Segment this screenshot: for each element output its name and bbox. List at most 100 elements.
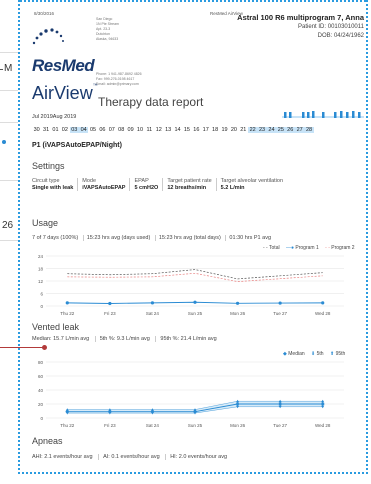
day-cell[interactable]: 28 [304,127,314,133]
settings-table: Circuit type Single with leak Mode iVAPS… [32,178,287,191]
y-tick-label: 0 [40,304,43,309]
day-cell[interactable]: 17 [201,127,210,133]
day-cell[interactable]: 02 [60,127,69,133]
apnea-stats: AHI: 2.1 events/hour avg AI: 0.1 events/… [32,454,232,460]
x-tick-label: Thu 22 [60,311,75,316]
day-cell[interactable]: 20 [229,127,238,133]
contact-line: Email: admin@primary.com [96,82,139,86]
side-dot [2,140,6,144]
report-title: Therapy data report [98,95,204,109]
apnea-stat: AHI: 2.1 events/hour avg [32,454,93,460]
month-range: Jul 2019Aug 2019 [32,114,77,120]
legend-total: - - Total [263,245,280,251]
series-line-total [67,269,323,280]
leak-stat: 5th %: 9.3 L/min avg [94,336,154,342]
day-cell[interactable]: 11 [145,127,154,133]
usage-stat: 01:30 hrs P1 avg [225,235,275,241]
setting-label: Mode [82,178,97,184]
day-cell[interactable]: 07 [107,127,116,133]
legend-program-1: —● Program 1 [285,245,319,251]
airview-text: AirView [32,83,93,103]
apnea-stat: HI: 2.0 events/hour avg [165,454,232,460]
y-tick-label: 20 [38,402,44,407]
data-point [278,301,282,305]
series-line-program-2 [67,272,323,282]
resmed-logo-icon [32,28,64,45]
y-tick-label: 60 [38,374,44,379]
x-tick-label: Fri 23 [104,423,116,428]
day-strip: 30 31 01 02 03 04 05 06 07 08 09 10 11 12 13 14 15 16 17 18… [32,127,314,133]
usage-calendar-bar [282,111,364,118]
setting-label: Target alveolar ventilation [220,178,284,184]
data-point [150,301,155,305]
day-cell[interactable]: 30 [32,127,41,133]
annotation-marker[interactable] [42,345,47,350]
legend-label: Program 1 [295,245,319,251]
setting-value: Single with leak [32,185,74,191]
report-date: 8/30/2016 [34,11,55,16]
leak-stat: Median: 15.7 L/min avg [32,336,90,342]
y-tick-label: 0 [40,416,43,421]
setting-value: 5 cmH2O [134,185,159,191]
day-cell[interactable]: 25 [276,127,286,133]
x-tick-label: Mon 26 [230,423,246,428]
day-cell[interactable]: 24 [266,127,277,133]
legend-label: Median [288,351,305,357]
day-cell[interactable]: 18 [210,127,219,133]
day-cell[interactable]: 26 [285,127,295,133]
data-point [193,300,197,304]
y-tick-label: 24 [38,254,44,259]
day-cell[interactable]: 04 [78,127,89,133]
y-tick-label: 40 [38,388,44,393]
day-cell[interactable]: 15 [182,127,191,133]
day-cell[interactable]: 27 [294,127,305,133]
day-cell[interactable]: 19 [220,127,229,133]
day-cell[interactable]: 23 [257,127,267,133]
data-point [235,301,240,305]
day-cell[interactable]: 06 [98,127,107,133]
legend-label: Total [269,245,280,251]
side-label-26: 26 [2,220,14,231]
clinic-address: San Diego 1N Pte Stream Apt. 23-3 Dutcht… [96,17,156,42]
resmed-logo: ResMed [32,56,95,75]
usage-legend: - - Total —● Program 1 - - Program 2 [258,245,355,251]
vented-leak-legend: ◆ Median ⬇ 5th ⬆ 95th [278,351,345,357]
setting-epap: EPAP 5 cmH2O [129,178,162,191]
trademark: ™ [92,83,98,89]
y-tick-label: 18 [38,266,44,271]
day-cell[interactable]: 08 [117,127,126,133]
patient-id: Patient ID: 00103010011 [298,24,364,30]
day-cell[interactable]: 16 [192,127,201,133]
day-cell[interactable]: 13 [163,127,172,133]
y-tick-label: 80 [38,360,44,365]
data-point [108,301,112,306]
usage-stat: 7 of 7 days (100%) [32,235,79,241]
vented-leak-stats: Median: 15.7 L/min avg 5th %: 9.3 L/min … [32,336,221,342]
day-cell[interactable]: 12 [154,127,163,133]
divider [0,240,18,241]
day-cell[interactable]: 31 [41,127,50,133]
day-cell[interactable]: 05 [88,127,97,133]
legend-label: Program 2 [331,245,355,251]
day-cell[interactable]: 09 [126,127,135,133]
setting-circuit-type: Circuit type Single with leak [32,178,77,191]
day-cell[interactable]: 10 [135,127,144,133]
day-cell[interactable]: 01 [51,127,60,133]
legend-label: 95th [335,351,346,357]
day-cell[interactable]: 03 [69,127,79,133]
legend-program-2: - - Program 2 [325,245,355,251]
day-cell[interactable]: 21 [239,127,248,133]
patient-name: Astral 100 R6 multiprogram 7, Anna [237,13,364,22]
usage-stats: 7 of 7 days (100%) 15:23 hrs avg (days u… [32,235,275,241]
setting-value: 5.2 L/min [220,185,245,191]
setting-label: EPAP [134,178,149,184]
setting-mode: Mode iVAPSAutoEPAP [77,178,129,191]
apnea-stat: AI: 0.1 events/hour avg [98,454,164,460]
setting-label: Circuit type [32,178,60,184]
y-tick-label: 6 [40,291,43,296]
day-cell[interactable]: 22 [247,127,258,133]
x-tick-label: Sat 24 [146,423,160,428]
program-title: P1 (iVAPSAutoEPAP/Night) [32,142,122,149]
vented-leak-title: Vented leak [32,322,80,332]
day-cell[interactable]: 14 [173,127,182,133]
